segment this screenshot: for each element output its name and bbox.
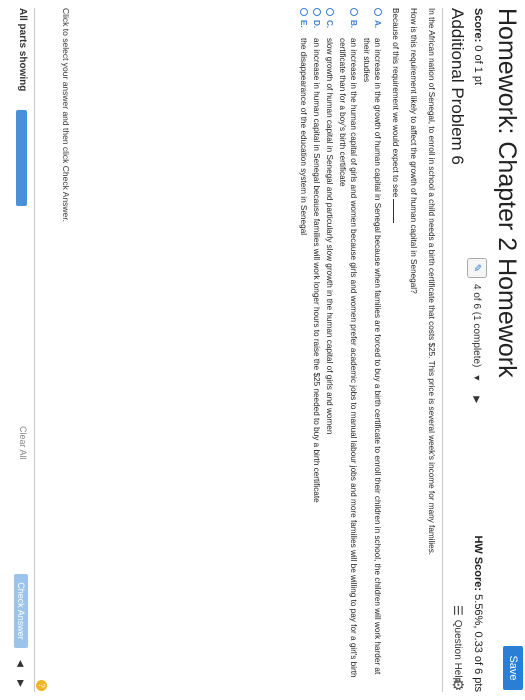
radio-a[interactable] [374, 8, 382, 16]
option-letter: D. [312, 20, 321, 29]
question-navigator: ✎ 4 of 6 (1 complete) ▼ ▶ [467, 258, 487, 403]
radio-d[interactable] [313, 8, 321, 16]
next-question-icon[interactable]: ▶ [472, 396, 483, 403]
answer-blank [393, 199, 394, 224]
option-text: an increase in the human capital of girl… [338, 38, 358, 678]
homework-page: Homework: Chapter 2 Homework Save Score:… [0, 0, 525, 700]
clear-all-button[interactable]: Clear All [18, 426, 28, 460]
help-circle-icon[interactable]: ? [36, 680, 47, 691]
meta-row: Score: 0 of 1 pt ✎ 4 of 6 (1 complete) ▼… [467, 8, 487, 692]
answer-option-c[interactable]: C. slow growth of human capital in Seneg… [324, 8, 335, 692]
option-letter: E. [299, 20, 308, 28]
answer-option-b[interactable]: B. an increase in the human capital of g… [337, 8, 359, 692]
radio-c[interactable] [326, 8, 334, 16]
hw-score-label: HW Score: [472, 535, 484, 592]
problem-title: Additional Problem 6 [448, 8, 467, 165]
previous-arrow-icon[interactable]: ◀ [15, 660, 26, 667]
instruction-text: Click to select your answer and then cli… [61, 8, 71, 223]
answer-option-d[interactable]: D. an increase in human capital in Seneg… [311, 8, 322, 692]
radio-e[interactable] [300, 8, 308, 16]
option-text: slow growth of human capital in Senegal … [325, 38, 334, 435]
score-label: Score: [472, 8, 484, 43]
option-letter: A. [373, 20, 382, 29]
score: Score: 0 of 1 pt [472, 8, 484, 85]
option-letter: B. [349, 20, 358, 29]
progress-dropdown-icon[interactable]: ▼ [472, 373, 482, 382]
score-value: 0 of 1 pt [472, 45, 484, 86]
hw-score: HW Score: 5.56%, 0.33 of 6 pts [472, 535, 484, 692]
check-answer-button[interactable]: Check Answer [14, 574, 28, 648]
question-prompt-line: Because of this requirement we would exp… [390, 8, 401, 692]
question-help-button[interactable]: ☰ Question Help [451, 605, 465, 683]
next-arrow-icon[interactable]: ▶ [15, 680, 26, 687]
question-list-icon[interactable]: ✎ [467, 258, 487, 278]
question-help-label: Question Help [452, 619, 464, 684]
radio-b[interactable] [350, 8, 358, 16]
page-title: Homework: Chapter 2 Homework [493, 8, 521, 378]
question-paragraph-2: How is this requirement likely to affect… [409, 8, 418, 294]
save-button[interactable]: Save [503, 646, 523, 690]
divider [442, 8, 443, 692]
list-icon: ☰ [451, 605, 465, 616]
option-text: the disappearance of the education syste… [299, 38, 308, 236]
parts-progress-bar[interactable] [16, 110, 27, 206]
option-letter: C. [325, 20, 334, 29]
question-prompt: Because of this requirement we would exp… [391, 8, 400, 198]
gear-icon[interactable]: ⚙ [449, 678, 467, 691]
hw-score-value: 5.56%, 0.33 of 6 pts [472, 594, 484, 692]
parts-label: All parts showing [17, 8, 28, 92]
answer-option-a[interactable]: A. an increase in the growth of human ca… [361, 8, 383, 692]
answer-option-e[interactable]: E. the disappearance of the education sy… [298, 8, 309, 692]
question-progress[interactable]: 4 of 6 (1 complete) [472, 284, 483, 367]
footer-divider [34, 8, 35, 692]
question-body: In the African nation of Senegal, to enr… [296, 8, 437, 692]
option-text: an increase in the growth of human capit… [362, 38, 382, 675]
question-paragraph-1: In the African nation of Senegal, to enr… [427, 8, 436, 556]
option-text: an increase in human capital in Senegal … [312, 38, 321, 503]
